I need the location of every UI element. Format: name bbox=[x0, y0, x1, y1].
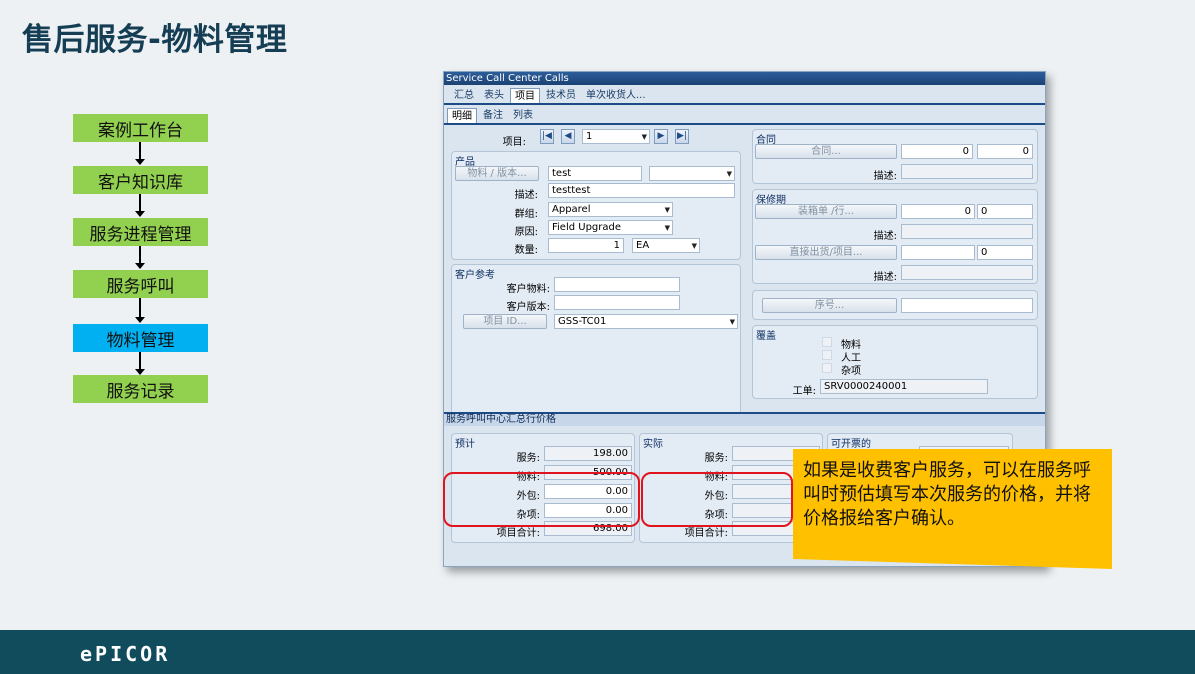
customer-ref-title: 客户参考 bbox=[455, 270, 495, 281]
estimated-title: 预计 bbox=[455, 439, 475, 450]
tab-detail[interactable]: 明细 bbox=[447, 108, 477, 124]
flow-arrow bbox=[135, 298, 145, 323]
part-rev-button[interactable]: 物料 / 版本... bbox=[455, 166, 539, 181]
nav-prev-icon[interactable]: ◀ bbox=[561, 129, 575, 144]
coverage-misc-checkbox[interactable] bbox=[822, 363, 832, 373]
actual-title: 实际 bbox=[643, 439, 663, 450]
flow-step-service-record: 服务记录 bbox=[73, 375, 208, 403]
callout-text: 如果是收费客户服务，可以在服务呼叫时预估填写本次服务的价格，并将价格报给客户确认… bbox=[803, 460, 1091, 529]
flow-step-case-workbench: 案例工作台 bbox=[73, 114, 208, 142]
packing-field-2[interactable]: 0 bbox=[977, 204, 1033, 219]
group-field[interactable]: Apparel bbox=[548, 202, 673, 217]
tab-summary[interactable]: 汇总 bbox=[450, 88, 478, 104]
main-tabs: 汇总 表头 项目 技术员 单次收货人... bbox=[444, 86, 650, 104]
epicor-logo: ePICOR bbox=[80, 642, 171, 666]
packing-slip-button[interactable]: 装箱单 /行... bbox=[755, 204, 897, 219]
packing-field-1[interactable]: 0 bbox=[901, 204, 975, 219]
tab-lines[interactable]: 项目 bbox=[510, 88, 540, 104]
window-title: Service Call Center Calls bbox=[444, 72, 1045, 85]
dropship-desc-label: 描述: bbox=[873, 272, 897, 283]
drop-ship-field-2[interactable]: 0 bbox=[977, 245, 1033, 260]
qty-field[interactable]: 1 bbox=[548, 238, 624, 253]
tab-one-time-shipto[interactable]: 单次收货人... bbox=[582, 88, 650, 104]
contract-field-2[interactable]: 0 bbox=[977, 144, 1033, 159]
warranty-desc-label: 描述: bbox=[873, 231, 897, 242]
nav-next-icon[interactable]: ▶ bbox=[654, 129, 668, 144]
estimate-highlight bbox=[443, 472, 640, 527]
coverage-title: 覆盖 bbox=[756, 331, 776, 342]
tab-list[interactable]: 列表 bbox=[509, 108, 537, 124]
subtab-divider bbox=[444, 123, 1045, 125]
sub-tabs: 明细 备注 列表 bbox=[447, 106, 537, 124]
est-service-label: 服务: bbox=[516, 453, 540, 464]
cust-part-field[interactable] bbox=[554, 277, 680, 292]
tab-memo[interactable]: 备注 bbox=[479, 108, 507, 124]
tab-divider bbox=[444, 103, 1045, 105]
summary-price-bar: 服务呼叫中心汇总行价格 bbox=[444, 412, 1045, 426]
cust-rev-field[interactable] bbox=[554, 295, 680, 310]
nav-first-icon[interactable]: |◀ bbox=[540, 129, 554, 144]
cust-rev-label: 客户版本: bbox=[506, 302, 550, 313]
flow-arrow bbox=[135, 194, 145, 217]
act-service-label: 服务: bbox=[704, 453, 728, 464]
slide-title: 售后服务-物料管理 bbox=[22, 22, 288, 58]
contract-button[interactable]: 合同... bbox=[755, 144, 897, 159]
flow-arrow bbox=[135, 246, 145, 269]
dropship-desc-field bbox=[901, 265, 1033, 280]
callout-note: 如果是收费客户服务，可以在服务呼叫时预估填写本次服务的价格，并将价格报给客户确认… bbox=[793, 449, 1112, 569]
invoiceable-title: 可开票的 bbox=[831, 439, 871, 450]
qty-label: 数量: bbox=[514, 245, 538, 256]
flow-step-service-process: 服务进程管理 bbox=[73, 218, 208, 246]
coverage-misc-label: 杂项 bbox=[841, 366, 861, 377]
flow-arrow bbox=[135, 352, 145, 375]
footer: ePICOR bbox=[0, 630, 1195, 674]
item-label: 项目: bbox=[502, 137, 526, 148]
contract-field-1[interactable]: 0 bbox=[901, 144, 973, 159]
reason-field[interactable]: Field Upgrade bbox=[548, 220, 673, 235]
job-label: 工单: bbox=[792, 386, 816, 397]
nav-last-icon[interactable]: ▶| bbox=[675, 129, 689, 144]
contract-desc-field bbox=[901, 164, 1033, 179]
desc-label: 描述: bbox=[514, 190, 538, 201]
flow-step-material-management: 物料管理 bbox=[73, 324, 208, 352]
warranty-desc-field bbox=[901, 224, 1033, 239]
group-label: 群组: bbox=[514, 209, 538, 220]
est-service-field: 198.00 bbox=[544, 446, 632, 461]
cust-part-label: 客户物料: bbox=[506, 284, 550, 295]
item-id-field[interactable]: GSS-TC01 bbox=[554, 314, 738, 329]
item-id-button[interactable]: 项目 ID... bbox=[463, 314, 547, 329]
drop-ship-button[interactable]: 直接出货/项目... bbox=[755, 245, 897, 260]
revision-field[interactable] bbox=[649, 166, 735, 181]
tab-header[interactable]: 表头 bbox=[480, 88, 508, 104]
coverage-material-checkbox[interactable] bbox=[822, 337, 832, 347]
flow-step-knowledge-base: 客户知识库 bbox=[73, 166, 208, 194]
serial-field[interactable] bbox=[901, 298, 1033, 313]
drop-ship-field-1[interactable] bbox=[901, 245, 975, 260]
job-field: SRV0000240001 bbox=[820, 379, 988, 394]
actual-highlight bbox=[641, 472, 793, 527]
flow-step-service-call: 服务呼叫 bbox=[73, 270, 208, 298]
part-field[interactable]: test bbox=[548, 166, 642, 181]
serial-button[interactable]: 序号... bbox=[762, 298, 897, 313]
reason-label: 原因: bbox=[514, 227, 538, 238]
item-selector[interactable]: 1 bbox=[582, 129, 650, 144]
coverage-labor-checkbox[interactable] bbox=[822, 350, 832, 360]
desc-field[interactable]: testtest bbox=[548, 183, 735, 198]
tab-technician[interactable]: 技术员 bbox=[542, 88, 580, 104]
contract-desc-label: 描述: bbox=[873, 171, 897, 182]
uom-field[interactable]: EA bbox=[632, 238, 700, 253]
flow-arrow bbox=[135, 142, 145, 165]
